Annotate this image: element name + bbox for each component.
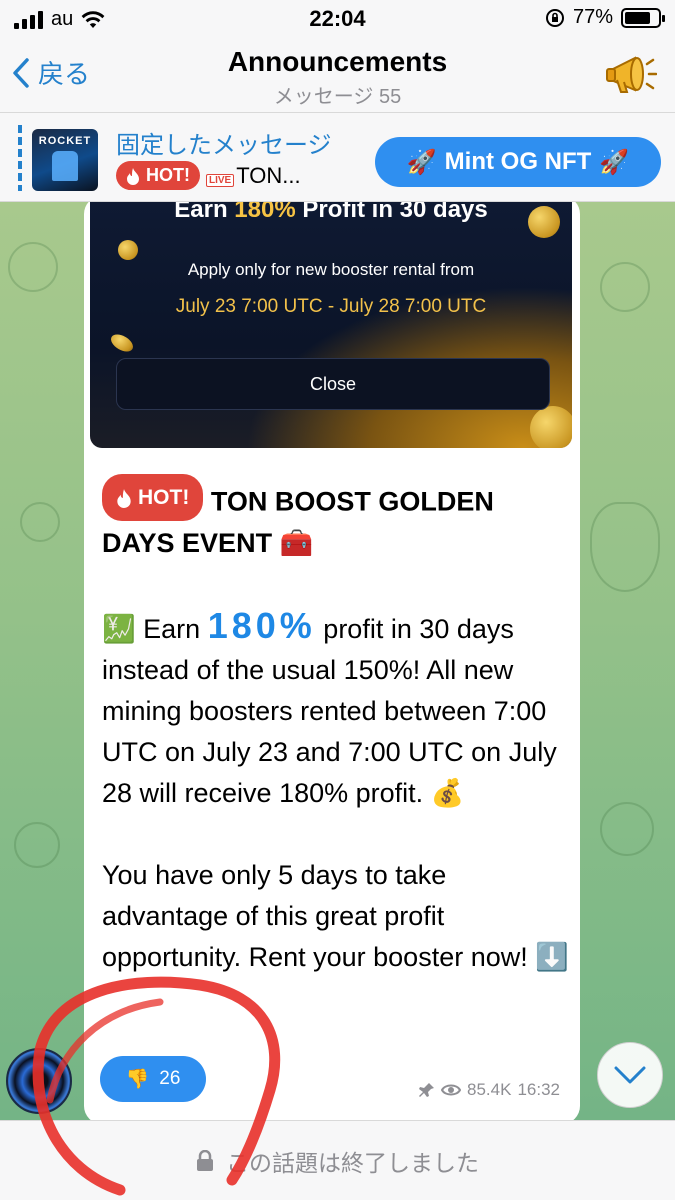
- image-earn-text: Earn 180% Profit in 30 days: [174, 202, 488, 223]
- hot-text: HOT!: [146, 165, 190, 185]
- message-bubble[interactable]: Earn 180% Profit in 30 days Apply only f…: [84, 202, 580, 1120]
- coin-image: [528, 206, 560, 238]
- fire-icon: [127, 167, 139, 185]
- hot-badge: HOT!: [116, 161, 200, 190]
- mint-og-nft-button[interactable]: 🚀 Mint OG NFT 🚀: [375, 137, 661, 187]
- channel-avatar[interactable]: [6, 1048, 72, 1114]
- pinned-preview: HOT! LIVE TON...: [116, 161, 301, 190]
- image-dates-text: July 23 7:00 UTC - July 28 7:00 UTC: [175, 296, 487, 317]
- pinned-preview-text: TON...: [236, 162, 301, 188]
- rocket-icon: 🚀: [406, 148, 437, 176]
- paragraph-2-text: You have only 5 days to take advantage o…: [102, 859, 528, 972]
- pin-icon: [419, 1083, 435, 1097]
- chat-background[interactable]: Earn 180% Profit in 30 days Apply only f…: [0, 202, 675, 1120]
- battery-percent: 77%: [572, 6, 613, 28]
- fire-icon: [117, 488, 131, 508]
- earn-word: Earn: [143, 613, 201, 644]
- doodle-shape: [14, 822, 60, 868]
- image-apply-text: Apply only for new booster rental from: [187, 260, 475, 279]
- coin-image: [108, 330, 136, 356]
- battery-icon: [621, 7, 665, 28]
- topic-closed-text: この話題は終了しました: [226, 1149, 479, 1176]
- lock-icon: [197, 1149, 213, 1171]
- hot-badge: HOT!: [102, 474, 204, 521]
- rocket-icon: 🚀: [599, 148, 630, 176]
- down-arrow-icon: ⬇️: [535, 941, 569, 972]
- thumbs-down-icon: 👎: [125, 1069, 150, 1090]
- hot-text: HOT!: [138, 486, 190, 509]
- coin-image: [118, 240, 138, 260]
- message-headline: HOT! TON BOOST GOLDEN DAYS EVENT 🧰: [102, 474, 572, 564]
- pinned-label: 固定したメッセージ: [116, 132, 332, 159]
- image-close-button: Close: [116, 358, 550, 410]
- scroll-down-button[interactable]: [597, 1042, 663, 1108]
- post-image[interactable]: Earn 180% Profit in 30 days Apply only f…: [90, 202, 572, 448]
- live-badge: LIVE: [206, 173, 235, 187]
- doodle-shape: [600, 802, 654, 856]
- pinned-message-bar[interactable]: ROCKET 固定したメッセージ HOT! LIVE TON... 🚀 Mint …: [0, 112, 675, 202]
- rotation-lock-icon: [545, 8, 564, 27]
- mint-button-label: Mint OG NFT: [444, 148, 592, 175]
- view-count: 85.4K: [467, 1080, 512, 1099]
- status-bar: au 22:04 77%: [0, 0, 675, 40]
- pinned-thumbnail: ROCKET: [32, 129, 98, 191]
- thumbnail-text: ROCKET: [38, 135, 92, 147]
- megaphone-icon[interactable]: [605, 52, 657, 98]
- coin-image: [530, 406, 572, 448]
- nav-header: 戻る Announcements メッセージ 55: [0, 40, 675, 112]
- status-right: 77%: [545, 6, 665, 29]
- reaction-count: 26: [159, 1068, 181, 1089]
- doodle-shape: [20, 502, 60, 542]
- message-paragraph-2: You have only 5 days to take advantage o…: [102, 855, 572, 978]
- doodle-shape: [8, 242, 58, 292]
- message-text: HOT! TON BOOST GOLDEN DAYS EVENT 🧰 💹 Ear…: [102, 474, 572, 978]
- chevron-down-icon: [614, 1066, 646, 1084]
- pinned-indicator: [18, 125, 22, 191]
- doodle-shape: [600, 262, 650, 312]
- topic-closed-bar: この話題は終了しました: [0, 1120, 675, 1200]
- message-meta: 85.4K 16:32: [419, 1080, 560, 1100]
- rocket-bot-image: [52, 151, 78, 181]
- message-count: メッセージ 55: [273, 86, 402, 108]
- money-bag-icon: 💰: [430, 777, 465, 808]
- money-chart-icon: 💹: [102, 613, 136, 644]
- channel-title[interactable]: Announcements: [0, 46, 675, 78]
- treasure-chest-icon: 🧰: [279, 527, 314, 558]
- doodle-shape: [590, 502, 660, 592]
- reaction-thumbs-down[interactable]: 👎 26: [100, 1056, 206, 1102]
- message-time: 16:32: [517, 1080, 560, 1099]
- eye-icon: [441, 1084, 462, 1096]
- message-paragraph-1: 💹 Earn 180% profit in 30 days instead of…: [102, 605, 572, 814]
- profit-number: 180%: [207, 604, 316, 646]
